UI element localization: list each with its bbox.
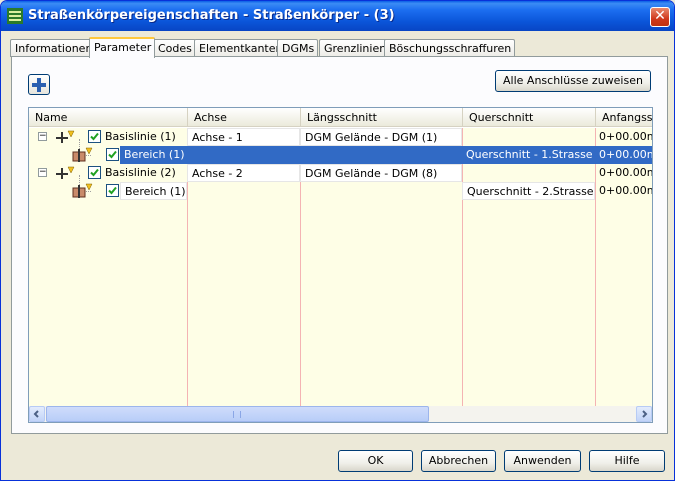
tab-elementkanten[interactable]: Elementkanten [194, 39, 287, 57]
table-row[interactable]: Bereich (1) Querschnitt - 2.Strasse 0+00… [29, 182, 652, 200]
column-header-laengsschnitt[interactable]: Längsschnitt [301, 108, 463, 127]
cell-anfangsstation[interactable]: 0+00.00m [595, 128, 652, 146]
cell-anfangsstation[interactable]: 0+00.00m [595, 146, 652, 164]
tab-parameter[interactable]: Parameter [89, 37, 156, 58]
region-icon [71, 183, 93, 202]
cell-laengsschnitt[interactable] [300, 182, 462, 200]
row-checkbox[interactable] [106, 184, 119, 197]
row-checkbox[interactable] [106, 148, 119, 161]
cell-achse[interactable]: Achse - 1 [187, 128, 300, 146]
cell-laengsschnitt[interactable]: DGM Gelände - DGM (1) [300, 128, 462, 146]
column-header-querschnitt[interactable]: Querschnitt [463, 108, 596, 127]
parameter-grid: Name Achse Längsschnitt Querschnitt Anfa… [28, 107, 653, 423]
cell-querschnitt[interactable] [462, 128, 595, 146]
table-row[interactable]: − Basislinie (2) Achse - 2 DGM Gelände -… [29, 164, 652, 182]
grip-icon [233, 411, 241, 418]
chevron-left-icon [33, 410, 39, 418]
cell-name: Basislinie (2) [105, 166, 176, 179]
cell-anfangsstation[interactable]: 0+00.00m [595, 182, 652, 200]
add-button[interactable] [28, 74, 50, 95]
cell-anfangsstation[interactable]: 0+00.00m [595, 164, 652, 182]
tab-grenzlinien[interactable]: Grenzlinien [319, 39, 391, 57]
grid-body: − Basislinie (1) Achse - 1 DGM Gelände -… [29, 128, 652, 406]
tab-informationen[interactable]: Informationen [10, 39, 97, 57]
cell-achse[interactable] [187, 182, 300, 200]
collapse-toggle[interactable]: − [38, 132, 47, 141]
apply-button[interactable]: Anwenden [504, 450, 581, 472]
cell-achse[interactable]: Achse - 2 [187, 164, 300, 182]
cell-querschnitt[interactable] [462, 164, 595, 182]
chevron-right-icon [642, 410, 648, 418]
row-checkbox[interactable] [88, 166, 101, 179]
help-button[interactable]: Hilfe [589, 450, 665, 472]
tab-panel-parameter: Alle Anschlüsse zuweisen Name Achse Läng… [11, 56, 668, 434]
column-header-anfangsstation[interactable]: Anfangsst [596, 108, 652, 127]
column-header-name[interactable]: Name [29, 108, 188, 127]
scroll-thumb[interactable] [46, 406, 429, 422]
corridor-icon [7, 8, 23, 24]
cell-laengsschnitt[interactable] [300, 146, 462, 164]
scroll-left-button[interactable] [29, 406, 45, 422]
title-bar[interactable]: Straßenkörpereigenschaften - Straßenkörp… [1, 1, 674, 31]
row-checkbox[interactable] [88, 130, 101, 143]
collapse-toggle[interactable]: − [38, 168, 47, 177]
tab-dgms[interactable]: DGMs [277, 39, 319, 57]
assign-all-connections-button[interactable]: Alle Anschlüsse zuweisen [495, 70, 651, 92]
cell-laengsschnitt[interactable]: DGM Gelände - DGM (8) [300, 164, 462, 182]
close-button[interactable]: ✕ [650, 7, 670, 27]
cell-querschnitt[interactable]: Querschnitt - 1.Strasse [462, 146, 595, 164]
horizontal-scrollbar[interactable] [29, 406, 652, 422]
close-icon: ✕ [654, 8, 666, 24]
table-row[interactable]: Bereich (1) Querschnitt - 1.Strasse 0+00… [29, 146, 652, 164]
tab-boeschungsschraffuren[interactable]: Böschungsschraffuren [384, 39, 516, 57]
plus-icon [32, 78, 46, 92]
cell-achse[interactable] [187, 146, 300, 164]
table-row[interactable]: − Basislinie (1) Achse - 1 DGM Gelände -… [29, 128, 652, 146]
column-header-achse[interactable]: Achse [188, 108, 301, 127]
cell-name: Bereich (1) [120, 182, 187, 200]
cancel-button[interactable]: Abbrechen [421, 450, 496, 472]
cell-querschnitt[interactable]: Querschnitt - 2.Strasse [462, 182, 595, 200]
window-title: Straßenkörpereigenschaften - Straßenkörp… [28, 8, 395, 23]
cell-name: Bereich (1) [120, 146, 187, 164]
cell-name: Basislinie (1) [105, 130, 176, 143]
dialog-window: Straßenkörpereigenschaften - Straßenkörp… [0, 0, 675, 481]
scroll-right-button[interactable] [636, 406, 652, 422]
tab-codes[interactable]: Codes [153, 39, 196, 57]
grid-header: Name Achse Längsschnitt Querschnitt Anfa… [29, 108, 652, 127]
ok-button[interactable]: OK [338, 450, 413, 472]
